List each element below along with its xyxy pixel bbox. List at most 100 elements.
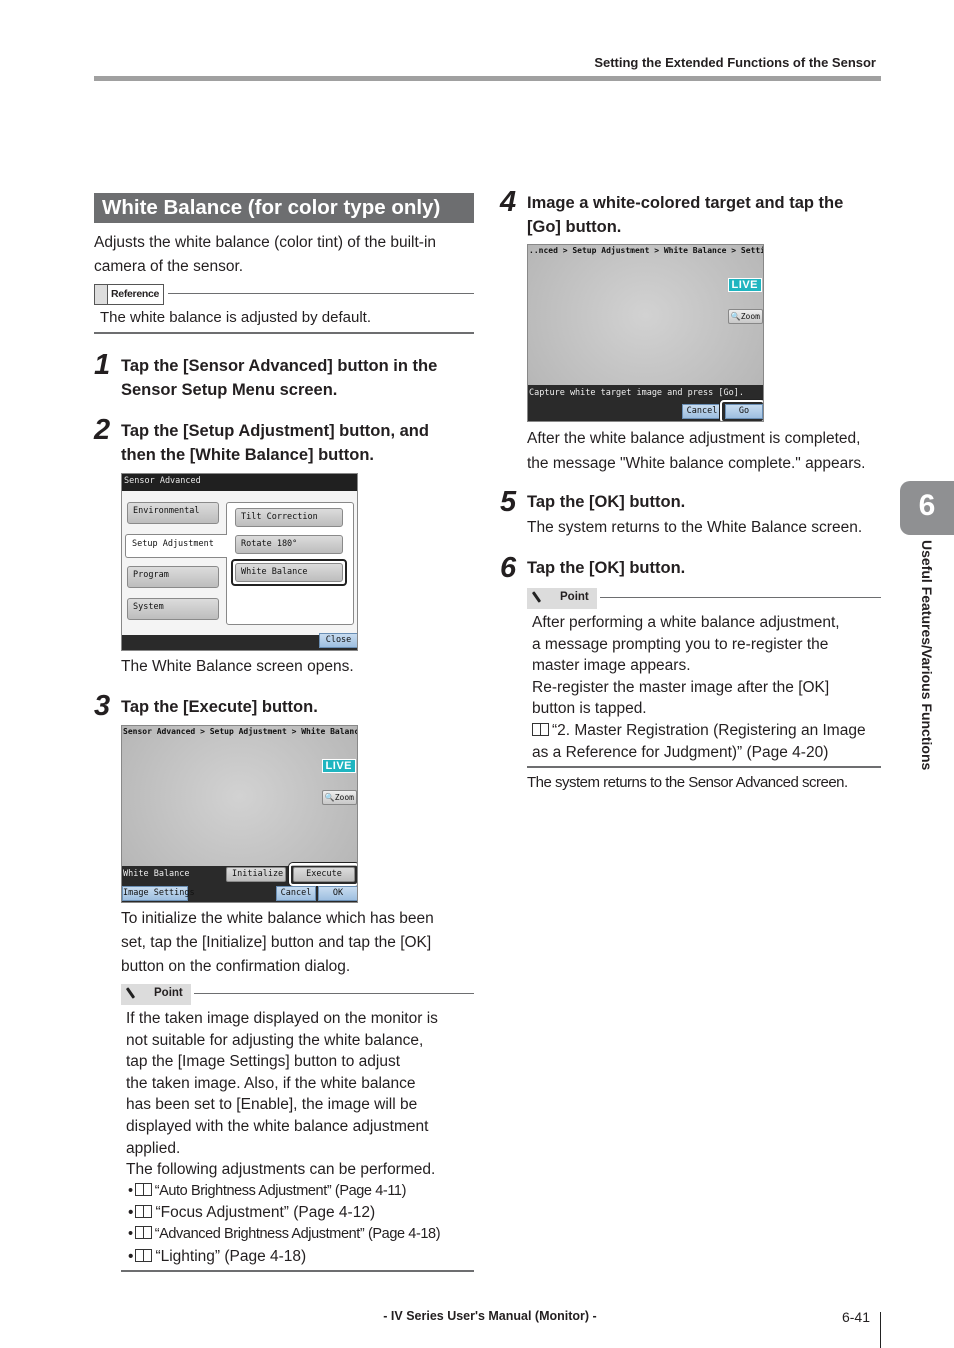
divider bbox=[94, 332, 474, 334]
section-title: White Balance (for color type only) bbox=[94, 193, 474, 223]
step-2-caption: The White Balance screen opens. bbox=[121, 658, 354, 675]
white-balance-screenshot: Sensor Advanced > Setup Adjustment > Whi… bbox=[121, 725, 358, 903]
ref-link[interactable]: • “Advanced Brightness Adjustment” (Page … bbox=[128, 1224, 476, 1246]
point-line: Re-register the master image after the [… bbox=[532, 678, 830, 696]
reference-icon bbox=[94, 284, 108, 305]
zoom-button: 🔍Zoom bbox=[727, 309, 763, 324]
ref-link-text[interactable]: “Advanced Brightness Adjustment” (Page 4… bbox=[155, 1226, 441, 1242]
ref-link-text[interactable]: “Auto Brightness Adjustment” (Page 4-11) bbox=[155, 1183, 407, 1199]
page-number: 6-41 bbox=[841, 1309, 870, 1325]
point-line: If the taken image displayed on the moni… bbox=[126, 1010, 438, 1027]
point-line: the taken image. Also, if the white bala… bbox=[126, 1074, 416, 1092]
pen-icon bbox=[125, 987, 136, 999]
note-line: button on the confirmation dialog. bbox=[121, 958, 351, 975]
point-line: displayed with the white balance adjustm… bbox=[126, 1117, 429, 1135]
divider bbox=[168, 293, 474, 294]
ref-link[interactable]: • “Auto Brightness Adjustment” (Page 4-11… bbox=[128, 1181, 476, 1203]
divider bbox=[527, 766, 881, 768]
intro-line: camera of the sensor. bbox=[94, 258, 244, 275]
instruction-message: Capture white target image and press [Go… bbox=[529, 388, 744, 398]
point-line: a message prompting you to re-register t… bbox=[532, 635, 829, 653]
chapter-tab[interactable]: 6 bbox=[900, 481, 954, 535]
ref-link[interactable]: • “Lighting” (Page 4-18) bbox=[128, 1246, 476, 1268]
footer-rule bbox=[880, 1312, 881, 1348]
magnifier-icon: 🔍 bbox=[324, 793, 335, 802]
footer-manual-title: - IV Series User's Manual (Monitor) - bbox=[383, 1309, 597, 1323]
step-line: Sensor Setup Menu screen. bbox=[121, 381, 338, 399]
magnifier-icon: 🔍 bbox=[730, 312, 741, 321]
live-badge: LIVE bbox=[727, 278, 762, 292]
zoom-label: Zoom bbox=[740, 312, 760, 321]
point-line: applied. bbox=[126, 1139, 181, 1157]
sensor-advanced-screenshot: Sensor Advanced Environmental Setup Adju… bbox=[121, 473, 358, 651]
step-line: Image a white-colored target and tap the bbox=[527, 194, 844, 212]
book-icon bbox=[134, 1182, 152, 1196]
point-line: tap the [Image Settings] button to adjus… bbox=[126, 1053, 401, 1071]
reference-text: The white balance is adjusted by default… bbox=[100, 309, 372, 326]
ref-link-text[interactable]: “2. Master Registration (Registering an … bbox=[552, 722, 866, 739]
ref-link-text[interactable]: “Lighting” (Page 4-18) bbox=[155, 1248, 306, 1265]
tilt-correction-button: Tilt Correction bbox=[235, 508, 343, 527]
cancel-button: Cancel bbox=[276, 886, 316, 901]
point-line: not suitable for adjusting the white bal… bbox=[126, 1031, 424, 1049]
tab-system: System bbox=[127, 598, 219, 620]
ref-link[interactable]: “2. Master Registration (Registering an … bbox=[532, 720, 884, 742]
reference-label: Reference bbox=[94, 284, 166, 305]
ref-link-text[interactable]: “Focus Adjustment” (Page 4-12) bbox=[155, 1204, 375, 1221]
image-settings-button: Image Settings bbox=[122, 886, 195, 901]
book-icon bbox=[135, 1248, 153, 1262]
point-tag-text: Point bbox=[154, 987, 183, 999]
point-2-text: After performing a white balance adjustm… bbox=[532, 612, 884, 763]
divider bbox=[121, 1270, 474, 1272]
step-6-note: The system returns to the Sensor Advance… bbox=[527, 774, 848, 791]
ref-link-text[interactable]: as a Reference for Judgment)” (Page 4-20… bbox=[532, 742, 884, 764]
step-5-note: The system returns to the White Balance … bbox=[527, 519, 863, 536]
cancel-button: Cancel bbox=[682, 404, 722, 419]
intro-text: Adjusts the white balance (color tint) o… bbox=[94, 231, 474, 279]
point-line: has been set to [Enable], the image will… bbox=[126, 1096, 418, 1114]
note-line: set, tap the [Initialize] button and tap… bbox=[121, 934, 432, 951]
step-4-text: Image a white-colored target and tap the… bbox=[527, 191, 887, 239]
point-line: After performing a white balance adjustm… bbox=[532, 614, 840, 631]
step-number: 2 bbox=[94, 414, 111, 446]
close-button: Close bbox=[319, 633, 357, 648]
tab-setup-adjustment: Setup Adjustment bbox=[125, 534, 227, 558]
book-icon bbox=[134, 1225, 152, 1239]
divider bbox=[600, 597, 881, 598]
step-6-text: Tap the [OK] button. bbox=[527, 559, 686, 577]
step-4-note: After the white balance adjustment is co… bbox=[527, 426, 887, 476]
reference-tag: Reference bbox=[108, 284, 164, 305]
step-line: Tap the [Sensor Advanced] button in the bbox=[121, 357, 438, 375]
ok-button: OK bbox=[318, 886, 357, 901]
step-number: 4 bbox=[500, 186, 517, 218]
initialize-button: Initialize bbox=[226, 867, 286, 882]
chapter-title: Useful Features/Various Functions bbox=[919, 540, 935, 771]
breadcrumb: Sensor Advanced > Setup Adjustment > Whi… bbox=[123, 727, 358, 736]
step-number: 5 bbox=[500, 486, 517, 518]
point-line: The following adjustments can be perform… bbox=[126, 1161, 436, 1179]
note-line: After the white balance adjustment is co… bbox=[527, 430, 861, 447]
tab-program: Program bbox=[127, 566, 219, 588]
step-2-text: Tap the [Setup Adjustment] button, and t… bbox=[121, 419, 481, 467]
step-number: 3 bbox=[94, 690, 111, 722]
step-line: then the [White Balance] button. bbox=[121, 446, 374, 464]
point-label: Point bbox=[527, 588, 597, 609]
ref-link[interactable]: • “Focus Adjustment” (Page 4-12) bbox=[128, 1202, 476, 1224]
note-line: To initialize the white balance which ha… bbox=[121, 910, 434, 927]
note-line: the message "White balance complete." ap… bbox=[527, 455, 866, 472]
book-icon bbox=[532, 722, 549, 736]
step-1-text: Tap the [Sensor Advanced] button in the … bbox=[121, 354, 481, 402]
point-line: button is tapped. bbox=[532, 700, 647, 718]
step-5-text: Tap the [OK] button. bbox=[527, 493, 686, 511]
divider bbox=[194, 993, 474, 994]
zoom-button: 🔍Zoom bbox=[321, 790, 357, 805]
live-badge: LIVE bbox=[321, 759, 356, 773]
intro-line: Adjusts the white balance (color tint) o… bbox=[94, 234, 437, 251]
step-3-text: Tap the [Execute] button. bbox=[121, 698, 318, 716]
wb-label: White Balance bbox=[123, 869, 190, 879]
step-line: Tap the [Setup Adjustment] button, and bbox=[121, 422, 429, 440]
screen-title: Sensor Advanced bbox=[122, 474, 357, 491]
step-number: 6 bbox=[500, 552, 517, 584]
point-label: Point bbox=[121, 984, 191, 1005]
step-number: 1 bbox=[94, 349, 111, 381]
